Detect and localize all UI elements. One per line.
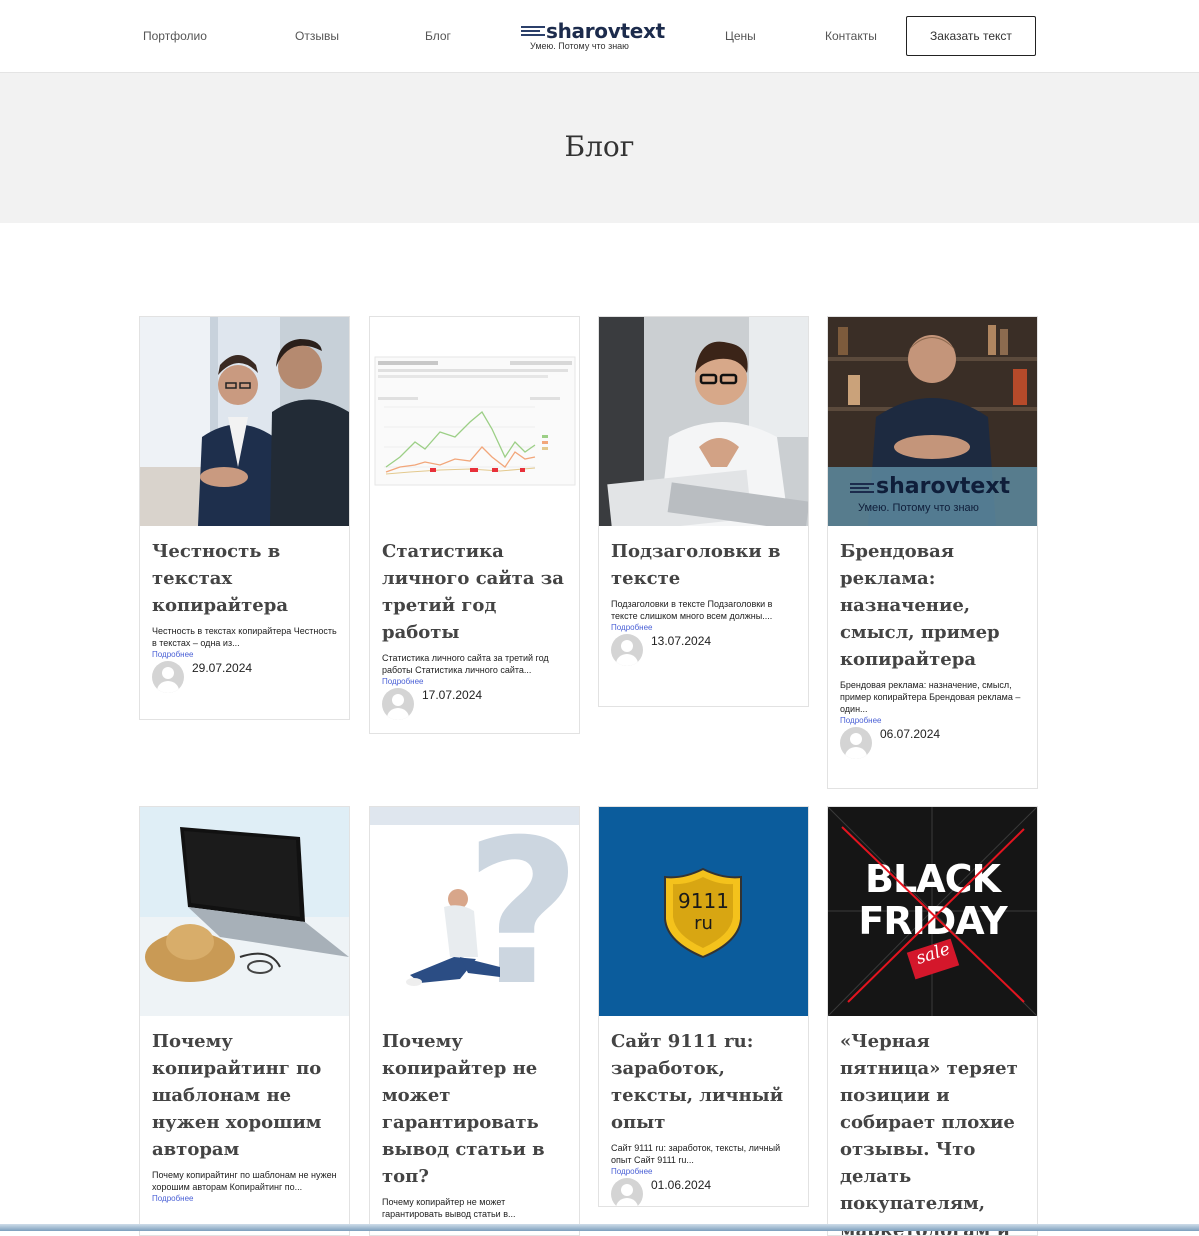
post-meta: 06.07.2024 <box>840 723 1025 759</box>
avatar-icon <box>152 661 184 693</box>
post-meta: 29.07.2024 <box>152 657 337 693</box>
page-hero: Блог <box>0 73 1199 223</box>
avatar-icon <box>611 634 643 666</box>
post-excerpt: Почему копирайтер не может гарантировать… <box>382 1197 516 1219</box>
post-card: BLACK FRIDAY sale «Черная пятница» теряе… <box>827 806 1038 1236</box>
post-date: 06.07.2024 <box>880 727 941 741</box>
post-thumbnail[interactable]: BLACK FRIDAY sale <box>828 807 1037 1016</box>
logo-lines-icon <box>521 26 545 40</box>
nav-blog[interactable]: Блог <box>425 29 451 43</box>
post-card: ? Почему копирайтер не может гарантирова… <box>369 806 580 1236</box>
post-thumbnail[interactable]: sharovtext Умею. Потому что знаю <box>828 317 1037 526</box>
post-title[interactable]: Честность в текстах копирайтера <box>152 538 337 619</box>
badge-number: 9111 <box>678 889 729 913</box>
post-card: Почему копирайтинг по шаблонам не нужен … <box>139 806 350 1236</box>
overlay-slogan: Умею. Потому что знаю <box>858 502 979 514</box>
post-date: 29.07.2024 <box>192 661 253 675</box>
post-meta: 13.07.2024 <box>611 630 796 666</box>
nav-reviews[interactable]: Отзывы <box>295 29 339 43</box>
post-thumbnail[interactable] <box>599 317 808 526</box>
post-card: sharovtext Умею. Потому что знаю Брендов… <box>827 316 1038 789</box>
logo-lines-icon <box>850 483 874 493</box>
read-more-link[interactable]: Подробнее <box>152 1194 337 1203</box>
nav-portfolio[interactable]: Портфолио <box>143 29 207 43</box>
post-thumbnail[interactable] <box>370 317 579 526</box>
avatar-icon <box>382 688 414 720</box>
post-card: 9111 ru Сайт 9111 ru: заработок, тексты,… <box>598 806 809 1207</box>
post-excerpt: Статистика личного сайта за третий год р… <box>382 653 549 675</box>
nav-contacts[interactable]: Контакты <box>825 29 877 43</box>
post-excerpt: Честность в текстах копирайтера Честност… <box>152 626 337 648</box>
post-thumbnail[interactable]: ? <box>370 807 579 1016</box>
avatar-icon <box>840 727 872 759</box>
logo-slogan: Умею. Потому что знаю <box>530 41 629 51</box>
business-meeting-image <box>140 317 349 526</box>
svg-text:?: ? <box>465 807 579 1016</box>
post-excerpt: Сайт 9111 ru: заработок, тексты, личный … <box>611 1143 781 1165</box>
badge-domain: ru <box>694 913 713 934</box>
post-excerpt: Брендовая реклама: назначение, смысл, пр… <box>840 680 1021 714</box>
post-title[interactable]: «Черная пятница» теряет позиции и собира… <box>840 1028 1025 1235</box>
site-logo[interactable]: sharovtext Умею. Потому что знаю <box>521 19 665 56</box>
post-title[interactable]: Сайт 9111 ru: заработок, тексты, личный … <box>611 1028 796 1136</box>
post-thumbnail[interactable] <box>140 317 349 526</box>
post-date: 17.07.2024 <box>422 688 483 702</box>
page-title: Блог <box>564 130 635 163</box>
post-title[interactable]: Почему копирайтер не может гарантировать… <box>382 1028 567 1190</box>
post-title[interactable]: Статистика личного сайта за третий год р… <box>382 538 567 646</box>
post-meta: 17.07.2024 <box>382 684 567 720</box>
post-meta: 01.06.2024 <box>611 1174 796 1206</box>
nav-prices[interactable]: Цены <box>725 29 756 43</box>
post-title[interactable]: Почему копирайтинг по шаблонам не нужен … <box>152 1028 337 1163</box>
post-title[interactable]: Брендовая реклама: назначение, смысл, пр… <box>840 538 1025 673</box>
man-question-mark-image: ? <box>370 807 579 1016</box>
post-thumbnail[interactable]: 9111 ru <box>599 807 808 1016</box>
post-card: Честность в текстах копирайтера Честност… <box>139 316 350 720</box>
post-excerpt: Почему копирайтинг по шаблонам не нужен … <box>152 1170 337 1192</box>
post-card: Подзаголовки в тексте Подзаголовки в тек… <box>598 316 809 707</box>
post-date: 13.07.2024 <box>651 634 712 648</box>
post-excerpt: Подзаголовки в тексте Подзаголовки в тек… <box>611 599 773 621</box>
analytics-chart-image <box>370 317 579 526</box>
avatar-icon <box>611 1178 643 1206</box>
post-title[interactable]: Подзаголовки в тексте <box>611 538 796 592</box>
site-header: Портфолио Отзывы Блог sharovtext Умею. П… <box>0 0 1199 73</box>
logo-text: sharovtext <box>546 19 665 43</box>
cross-out-icon <box>841 826 1025 1003</box>
overlay-logo: sharovtext <box>850 474 1037 499</box>
post-date: 01.06.2024 <box>651 1178 712 1192</box>
window-bottom-edge <box>0 1224 1199 1231</box>
laptop-beach-image <box>140 807 349 1016</box>
post-card: Статистика личного сайта за третий год р… <box>369 316 580 734</box>
post-thumbnail[interactable] <box>140 807 349 1016</box>
man-thinking-laptop-image <box>599 317 808 526</box>
order-text-button[interactable]: Заказать текст <box>906 16 1036 56</box>
